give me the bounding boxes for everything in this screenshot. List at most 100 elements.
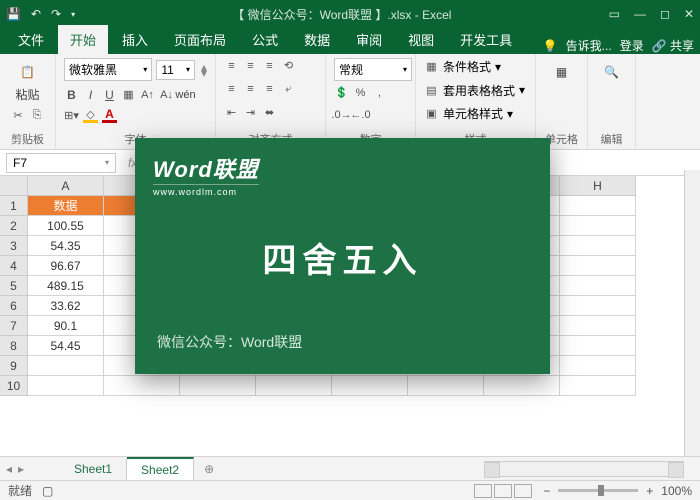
border-button[interactable]: ▦	[121, 87, 136, 102]
paste-button[interactable]: 📋 粘贴	[8, 58, 47, 105]
percent-icon[interactable]: %	[353, 85, 368, 100]
sheet-tab[interactable]: Sheet1	[60, 458, 127, 480]
redo-icon[interactable]: ↷	[51, 7, 61, 21]
font-color-button[interactable]: A	[102, 108, 117, 123]
cell[interactable]: 96.67	[28, 256, 104, 276]
qat-dropdown-icon[interactable]: ▾	[71, 10, 75, 19]
row-header[interactable]: 9	[0, 356, 28, 376]
row-header[interactable]: 5	[0, 276, 28, 296]
row-header[interactable]: 3	[0, 236, 28, 256]
zoom-in-icon[interactable]: +	[646, 484, 653, 498]
add-sheet-icon[interactable]: ⊕	[194, 462, 224, 476]
cell[interactable]	[560, 196, 636, 216]
cell[interactable]	[104, 376, 180, 396]
undo-icon[interactable]: ↶	[31, 7, 41, 21]
cell[interactable]	[560, 216, 636, 236]
cell[interactable]: 数据	[28, 196, 104, 216]
row-header[interactable]: 7	[0, 316, 28, 336]
cell[interactable]: 54.45	[28, 336, 104, 356]
cell[interactable]	[484, 376, 560, 396]
indent-inc-icon[interactable]: ⇥	[243, 105, 258, 120]
inc-decimal-icon[interactable]: .0→	[334, 107, 349, 122]
share[interactable]: 🔗 共享	[652, 37, 694, 54]
macro-record-icon[interactable]: ▢	[42, 484, 53, 498]
cell[interactable]	[560, 316, 636, 336]
orientation-icon[interactable]: ⟲	[281, 58, 296, 73]
minimize-icon[interactable]: —	[634, 7, 646, 21]
tab-file[interactable]: 文件	[6, 25, 56, 54]
cell[interactable]: 33.62	[28, 296, 104, 316]
col-header[interactable]: A	[28, 176, 104, 196]
view-layout-icon[interactable]	[494, 484, 512, 498]
save-icon[interactable]: 💾	[6, 7, 21, 21]
copy-icon[interactable]: ⎘	[30, 108, 45, 123]
tab-insert[interactable]: 插入	[110, 25, 160, 54]
fill-color-button[interactable]: ◇	[83, 108, 98, 123]
align-center-icon[interactable]: ≡	[243, 82, 258, 97]
number-format-select[interactable]: 常规▾	[334, 58, 412, 81]
zoom-out-icon[interactable]: −	[543, 484, 550, 498]
login[interactable]: 登录	[620, 37, 644, 54]
tab-view[interactable]: 视图	[396, 25, 446, 54]
cell[interactable]	[408, 376, 484, 396]
tab-dev[interactable]: 开发工具	[448, 25, 524, 54]
border-dropdown[interactable]: ⊞▾	[64, 108, 79, 123]
sheet-nav-prev-icon[interactable]: ◂	[6, 462, 12, 476]
edit-button[interactable]: 🔍	[596, 58, 627, 86]
cell[interactable]	[560, 276, 636, 296]
cond-format-button[interactable]: ▦条件格式 ▾	[424, 58, 527, 75]
cell[interactable]	[560, 296, 636, 316]
sheet-nav-next-icon[interactable]: ▸	[18, 462, 24, 476]
tab-formula[interactable]: 公式	[240, 25, 290, 54]
font-size-stepper[interactable]: ▴▾	[201, 64, 207, 76]
tell-me[interactable]: 告诉我...	[566, 37, 612, 54]
table-format-button[interactable]: ▤套用表格格式 ▾	[424, 82, 527, 99]
cell[interactable]: 54.35	[28, 236, 104, 256]
vertical-scrollbar[interactable]	[684, 170, 700, 456]
cell[interactable]	[332, 376, 408, 396]
align-right-icon[interactable]: ≡	[262, 82, 277, 97]
shrink-font-icon[interactable]: A↓	[159, 87, 174, 102]
select-all-corner[interactable]	[0, 176, 28, 196]
close-icon[interactable]: ✕	[684, 7, 694, 21]
row-header[interactable]: 8	[0, 336, 28, 356]
tab-home[interactable]: 开始	[58, 25, 108, 54]
align-left-icon[interactable]: ≡	[224, 82, 239, 97]
align-top-icon[interactable]: ≡	[224, 58, 239, 73]
row-header[interactable]: 4	[0, 256, 28, 276]
zoom-value[interactable]: 100%	[661, 484, 692, 498]
view-normal-icon[interactable]	[474, 484, 492, 498]
indent-dec-icon[interactable]: ⇤	[224, 105, 239, 120]
cell[interactable]	[560, 336, 636, 356]
phonetic-icon[interactable]: wén	[178, 87, 193, 102]
align-bottom-icon[interactable]: ≡	[262, 58, 277, 73]
align-middle-icon[interactable]: ≡	[243, 58, 258, 73]
font-name-select[interactable]: 微软雅黑▾	[64, 58, 152, 81]
view-pagebreak-icon[interactable]	[514, 484, 532, 498]
currency-icon[interactable]: 💲	[334, 85, 349, 100]
cut-icon[interactable]: ✂	[11, 108, 26, 123]
dec-decimal-icon[interactable]: ←.0	[353, 107, 368, 122]
cell[interactable]	[560, 356, 636, 376]
col-header[interactable]: H	[560, 176, 636, 196]
cell[interactable]	[256, 376, 332, 396]
row-header[interactable]: 1	[0, 196, 28, 216]
underline-button[interactable]: U	[102, 87, 117, 102]
merge-icon[interactable]: ⬌	[262, 105, 277, 120]
cell[interactable]	[28, 376, 104, 396]
comma-icon[interactable]: ,	[372, 85, 387, 100]
cell-style-button[interactable]: ▣单元格样式 ▾	[424, 105, 527, 122]
row-header[interactable]: 2	[0, 216, 28, 236]
italic-button[interactable]: I	[83, 87, 98, 102]
maximize-icon[interactable]: ◻	[660, 7, 670, 21]
cell[interactable]	[560, 376, 636, 396]
grow-font-icon[interactable]: A↑	[140, 87, 155, 102]
cell[interactable]: 90.1	[28, 316, 104, 336]
cell[interactable]	[28, 356, 104, 376]
font-size-select[interactable]: 11▾	[156, 60, 195, 80]
cell[interactable]	[560, 236, 636, 256]
tab-data[interactable]: 数据	[292, 25, 342, 54]
ribbon-options-icon[interactable]: ▭	[609, 7, 620, 21]
cell[interactable]	[560, 256, 636, 276]
row-header[interactable]: 10	[0, 376, 28, 396]
